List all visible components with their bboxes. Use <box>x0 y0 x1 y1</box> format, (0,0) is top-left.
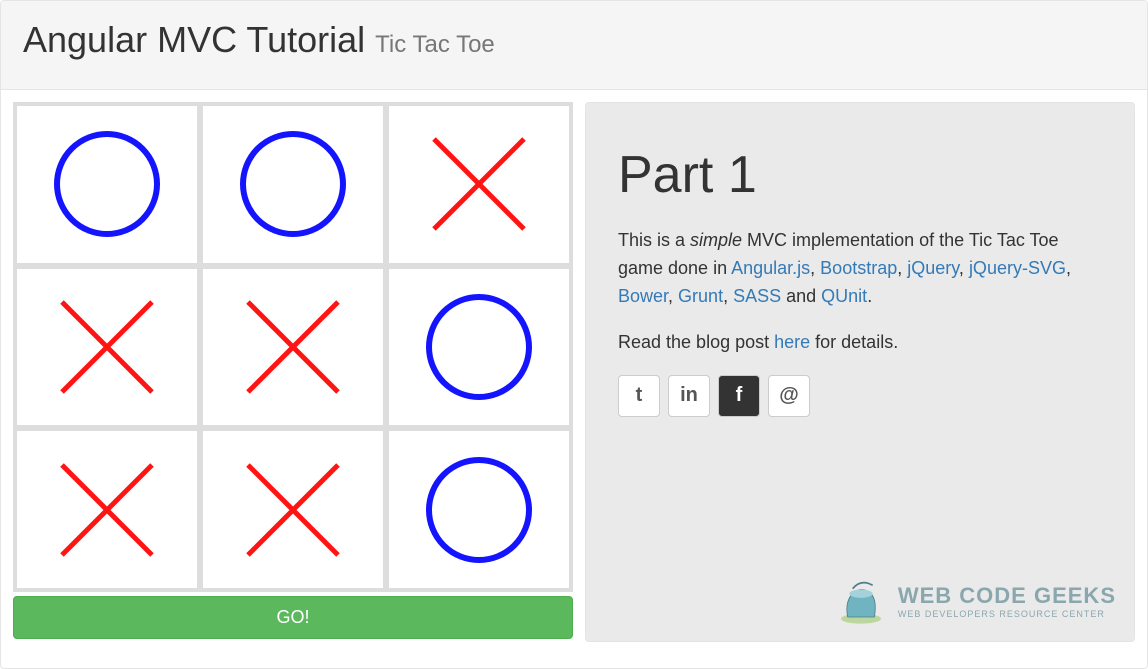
board-cell-3[interactable] <box>14 266 200 429</box>
board-cell-2[interactable] <box>386 103 572 266</box>
blog-paragraph: Read the blog post here for details. <box>618 329 1102 357</box>
panel-body: GO! Part 1 This is a simple MVC implemen… <box>1 90 1147 654</box>
intro-paragraph: This is a simple MVC implementation of t… <box>618 227 1102 311</box>
title-text: Angular MVC Tutorial <box>23 19 365 60</box>
board-cell-7[interactable] <box>200 428 386 591</box>
board-cell-0[interactable] <box>14 103 200 266</box>
panel-heading: Angular MVC Tutorial Tic Tac Toe <box>1 1 1147 90</box>
blog-link[interactable]: here <box>774 332 810 352</box>
tech-link-bower[interactable]: Bower <box>618 286 668 306</box>
tech-link-bootstrap[interactable]: Bootstrap <box>820 258 897 278</box>
info-column: Part 1 This is a simple MVC implementati… <box>585 102 1135 642</box>
game-column: GO! <box>13 102 573 642</box>
info-well: Part 1 This is a simple MVC implementati… <box>585 102 1135 642</box>
tech-link-sass[interactable]: SASS <box>733 286 781 306</box>
facebook-icon[interactable]: f <box>718 375 760 417</box>
twitter-icon[interactable]: t <box>618 375 660 417</box>
board-cell-6[interactable] <box>14 428 200 591</box>
linkedin-icon[interactable]: in <box>668 375 710 417</box>
tech-link-qunit[interactable]: QUnit <box>821 286 867 306</box>
tech-link-jquerysvg[interactable]: jQuery-SVG <box>969 258 1066 278</box>
tic-tac-toe-board <box>13 102 573 592</box>
board-cell-1[interactable] <box>200 103 386 266</box>
brand-logo: WEB CODE GEEKS WEB DEVELOPERS RESOURCE C… <box>834 577 1116 627</box>
tech-link-angularjs[interactable]: Angular.js <box>731 258 810 278</box>
tech-link-grunt[interactable]: Grunt <box>678 286 723 306</box>
board-cell-5[interactable] <box>386 266 572 429</box>
email-icon[interactable]: @ <box>768 375 810 417</box>
page-title: Angular MVC Tutorial Tic Tac Toe <box>23 19 1125 61</box>
social-buttons: t in f @ <box>618 375 1102 417</box>
logo-icon <box>834 577 888 627</box>
tutorial-panel: Angular MVC Tutorial Tic Tac Toe GO! Par… <box>0 0 1148 669</box>
go-button[interactable]: GO! <box>13 596 573 639</box>
board-cell-4[interactable] <box>200 266 386 429</box>
tech-link-jquery[interactable]: jQuery <box>907 258 959 278</box>
part-heading: Part 1 <box>618 145 1102 205</box>
logo-text-sub: WEB DEVELOPERS RESOURCE CENTER <box>898 610 1116 619</box>
board-cell-8[interactable] <box>386 428 572 591</box>
subtitle-text: Tic Tac Toe <box>375 31 495 58</box>
logo-text-main: WEB CODE GEEKS <box>898 585 1116 607</box>
